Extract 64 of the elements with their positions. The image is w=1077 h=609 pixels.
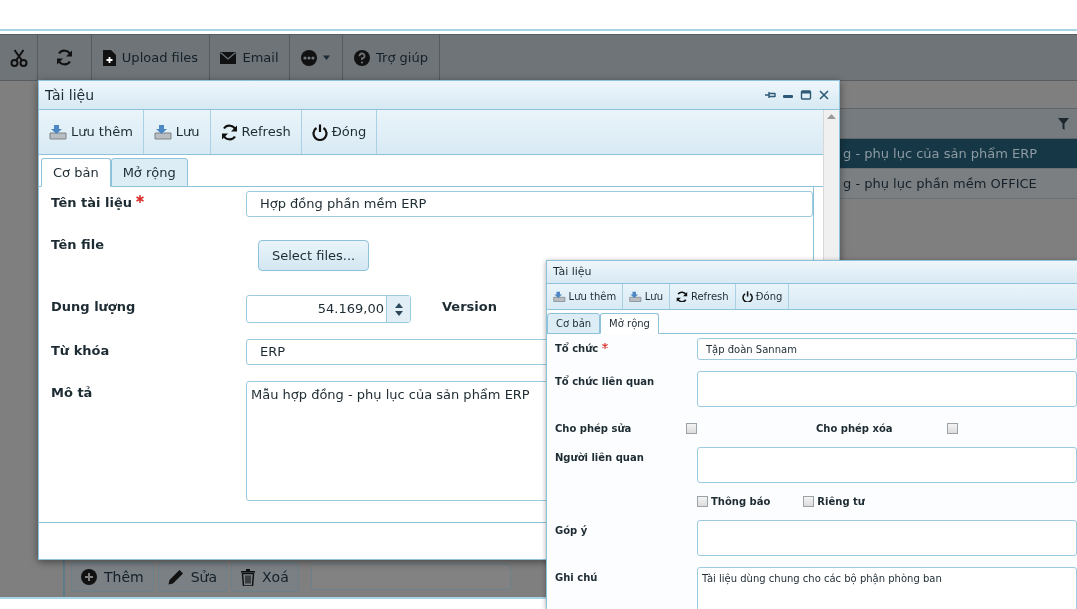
field-label: Mô tả bbox=[51, 385, 93, 400]
pencil-icon bbox=[167, 569, 184, 585]
input-field[interactable] bbox=[310, 564, 511, 590]
edit-button[interactable]: Sửa bbox=[157, 562, 228, 592]
tab[interactable]: Mở rộng bbox=[110, 158, 188, 187]
more-icon bbox=[301, 49, 331, 66]
field-label: Version bbox=[442, 298, 497, 316]
field-label: Dung lượng bbox=[51, 299, 136, 314]
pin-icon[interactable] bbox=[764, 89, 776, 101]
field-label: Tên tài liệu bbox=[51, 195, 133, 210]
refresh-icon bbox=[56, 49, 73, 66]
tab[interactable]: Mở rộng bbox=[600, 313, 659, 334]
field-label: Từ khóa bbox=[51, 343, 110, 358]
text-area[interactable]: Tài liệu dùng chung cho các bộ phận phòng ban bbox=[697, 567, 1077, 609]
spinner-arrows-icon[interactable] bbox=[386, 296, 410, 322]
refresh-button[interactable]: Refresh bbox=[210, 110, 302, 154]
envelope-icon bbox=[220, 51, 237, 64]
help-icon bbox=[354, 49, 371, 66]
tray-icon bbox=[153, 124, 172, 140]
field-label: Tổ chức bbox=[555, 343, 599, 354]
tray-icon bbox=[553, 290, 566, 303]
scroll-up-icon[interactable] bbox=[827, 114, 836, 119]
checkbox[interactable] bbox=[803, 496, 815, 507]
trash-icon bbox=[241, 568, 256, 586]
refresh-icon bbox=[676, 290, 688, 303]
field-value: 54.169,00 bbox=[316, 300, 385, 319]
window-title: Tài liệu bbox=[45, 85, 95, 105]
maximize-icon[interactable] bbox=[800, 89, 812, 101]
close-button[interactable]: Đóng bbox=[735, 284, 790, 309]
save-button[interactable]: Lưu bbox=[143, 110, 211, 154]
select-files-button[interactable]: Select files... bbox=[258, 240, 370, 271]
file-plus-icon bbox=[102, 49, 116, 66]
window-title: Tài liệu bbox=[553, 263, 592, 280]
refresh-button[interactable]: Refresh bbox=[670, 284, 736, 309]
plus-circle-icon bbox=[81, 569, 97, 585]
scissors-icon bbox=[9, 48, 28, 67]
input-field[interactable]: Hợp đồng phần mềm ERP bbox=[246, 191, 813, 217]
checkbox[interactable] bbox=[697, 496, 708, 507]
number-field[interactable]: 54.169,00 bbox=[246, 295, 411, 323]
refresh-icon bbox=[220, 123, 238, 141]
delete-button[interactable]: Xoá bbox=[231, 562, 299, 592]
close-icon[interactable] bbox=[818, 89, 830, 101]
checkbox-label: Riêng tư bbox=[817, 495, 865, 509]
checkbox[interactable] bbox=[946, 423, 958, 434]
field-label: Tên file bbox=[51, 237, 105, 252]
checkbox[interactable] bbox=[685, 423, 697, 434]
power-icon bbox=[741, 290, 753, 303]
close-button[interactable]: Đóng bbox=[301, 110, 378, 154]
power-icon bbox=[311, 123, 328, 141]
save-button[interactable]: Lưu bbox=[623, 284, 670, 309]
save-button[interactable]: Lưu thêm bbox=[547, 284, 624, 309]
field-label: Ghi chú bbox=[555, 572, 598, 583]
tab[interactable]: Cơ bản bbox=[547, 313, 601, 334]
save-button[interactable]: Lưu thêm bbox=[39, 110, 144, 154]
field-label: Cho phép xóa bbox=[816, 422, 894, 436]
input-field[interactable]: Tập đoàn Sannam bbox=[697, 338, 1077, 360]
filter-icon[interactable] bbox=[1058, 117, 1069, 130]
field-label: Góp ý bbox=[555, 525, 588, 536]
tray-icon bbox=[49, 124, 67, 140]
add-button[interactable]: Thêm bbox=[71, 562, 154, 592]
field-label: Cho phép sửa bbox=[555, 422, 633, 436]
tray-icon bbox=[629, 290, 642, 303]
field-label: Người liên quan bbox=[555, 452, 644, 463]
tab[interactable]: Cơ bản bbox=[41, 158, 111, 187]
